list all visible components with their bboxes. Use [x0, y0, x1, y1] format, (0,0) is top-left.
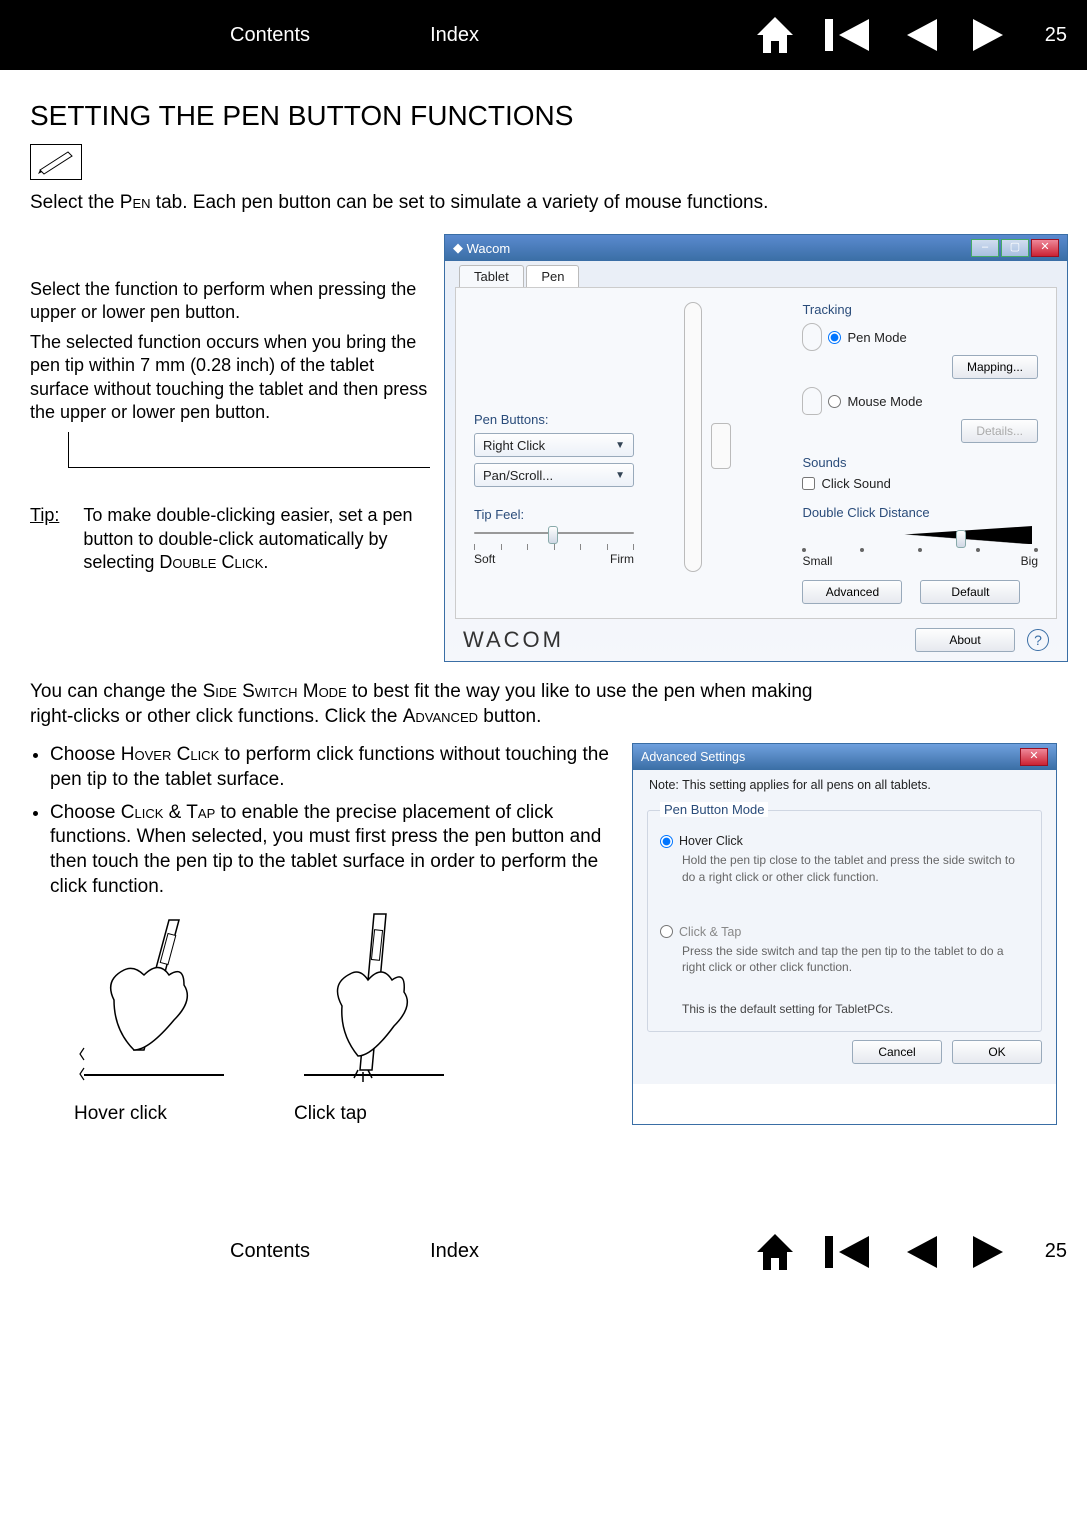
tip-feel-soft: Soft [474, 552, 495, 566]
callout-line [68, 432, 430, 468]
pen-topic-icon [30, 144, 82, 180]
tip-text: To make double-clicking easier, set a pe… [83, 504, 430, 574]
page-number-top: 25 [1045, 24, 1067, 47]
maximize-button[interactable]: ▢ [1001, 239, 1029, 257]
mouse-mode-radio[interactable] [828, 395, 841, 408]
advanced-settings-title: Advanced Settings [641, 750, 745, 764]
adv-tap-label: Click & Tap [679, 925, 741, 939]
adv-cancel-button[interactable]: Cancel [852, 1040, 942, 1064]
side-switch-text: You can change the Side Switch Mode to b… [30, 680, 850, 729]
next-icon[interactable] [969, 15, 1009, 55]
chevron-down-icon: ▼ [615, 440, 625, 451]
contents-link-bottom[interactable]: Contents [230, 1240, 310, 1263]
pen-button-lower-dropdown[interactable]: Pan/Scroll...▼ [474, 463, 634, 487]
mouse-mode-icon [802, 387, 822, 415]
wacom-title: Wacom [467, 241, 511, 256]
advanced-settings-dialog: Advanced Settings ✕ Note: This setting a… [632, 743, 1057, 1124]
click-sound-checkbox[interactable] [802, 477, 815, 490]
tip-feel-label: Tip Feel: [474, 507, 768, 522]
contents-link-top[interactable]: Contents [230, 24, 310, 47]
bullet-click-tap: Choose Click & Tap to enable the precise… [50, 801, 612, 900]
figure-hover-click: Hover click [74, 910, 244, 1125]
page-heading: SETTING THE PEN BUTTON FUNCTIONS [30, 100, 1057, 132]
prev-icon[interactable] [901, 1232, 941, 1272]
wacom-brand: WACOM [463, 627, 564, 653]
wacom-titlebar-icon: ◆ [453, 240, 463, 256]
left-para-2: The selected function occurs when you br… [30, 331, 430, 425]
close-button[interactable]: ✕ [1031, 239, 1059, 257]
intro-text: Select the Pen tab. Each pen button can … [30, 192, 1057, 214]
adv-default-note: This is the default setting for TabletPC… [682, 1001, 1029, 1017]
dcd-label: Double Click Distance [802, 505, 1038, 520]
adv-hover-desc: Hold the pen tip close to the tablet and… [682, 852, 1029, 884]
page-number-bottom: 25 [1045, 1240, 1067, 1263]
index-link-top[interactable]: Index [430, 24, 479, 47]
tip-label: Tip: [30, 504, 59, 574]
figure-tap-caption: Click tap [294, 1103, 464, 1125]
click-sound-label: Click Sound [821, 476, 890, 491]
dcd-slider[interactable] [956, 530, 966, 548]
wacom-dialog: ◆ Wacom – ▢ ✕ Tablet Pen Pen Buttons: [444, 234, 1068, 662]
dcd-wedge [802, 526, 1032, 544]
sounds-label: Sounds [802, 455, 1038, 470]
adv-ok-button[interactable]: OK [952, 1040, 1042, 1064]
pen-mode-icon [802, 323, 822, 351]
default-button[interactable]: Default [920, 580, 1020, 604]
help-icon[interactable]: ? [1027, 629, 1049, 651]
about-button[interactable]: About [915, 628, 1015, 652]
chevron-down-icon: ▼ [615, 470, 625, 481]
adv-hover-label: Hover Click [679, 834, 743, 848]
index-link-bottom[interactable]: Index [430, 1240, 479, 1263]
figure-hover-caption: Hover click [74, 1103, 244, 1125]
tab-pen[interactable]: Pen [526, 265, 579, 287]
adv-hover-radio[interactable] [660, 835, 673, 848]
mapping-button[interactable]: Mapping... [952, 355, 1038, 379]
advanced-button[interactable]: Advanced [802, 580, 902, 604]
pen-mode-label: Pen Mode [847, 330, 906, 345]
minimize-button[interactable]: – [971, 239, 999, 257]
figure-click-tap: Click tap [294, 910, 464, 1125]
details-button[interactable]: Details... [961, 419, 1038, 443]
tracking-label: Tracking [802, 302, 1038, 317]
next-icon[interactable] [969, 1232, 1009, 1272]
first-icon[interactable] [825, 1232, 873, 1272]
adv-tap-radio[interactable] [660, 925, 673, 938]
tip-feel-firm: Firm [610, 552, 634, 566]
adv-note: Note: This setting applies for all pens … [633, 778, 1056, 792]
home-icon[interactable] [753, 15, 797, 55]
adv-group-title: Pen Button Mode [660, 802, 768, 817]
first-icon[interactable] [825, 15, 873, 55]
dcd-small: Small [802, 554, 832, 568]
bullet-hover-click: Choose Hover Click to perform click func… [50, 743, 612, 792]
pen-button-upper-dropdown[interactable]: Right Click▼ [474, 433, 634, 457]
pen-mode-radio[interactable] [828, 331, 841, 344]
tab-tablet[interactable]: Tablet [459, 265, 524, 287]
dcd-big: Big [1021, 554, 1038, 568]
adv-tap-desc: Press the side switch and tap the pen ti… [682, 943, 1029, 975]
mouse-mode-label: Mouse Mode [847, 394, 922, 409]
left-para-1: Select the function to perform when pres… [30, 278, 430, 325]
adv-close-button[interactable]: ✕ [1020, 748, 1048, 766]
home-icon[interactable] [753, 1232, 797, 1272]
tip-feel-slider[interactable] [474, 532, 634, 540]
prev-icon[interactable] [901, 15, 941, 55]
pen-graphic [684, 302, 702, 572]
